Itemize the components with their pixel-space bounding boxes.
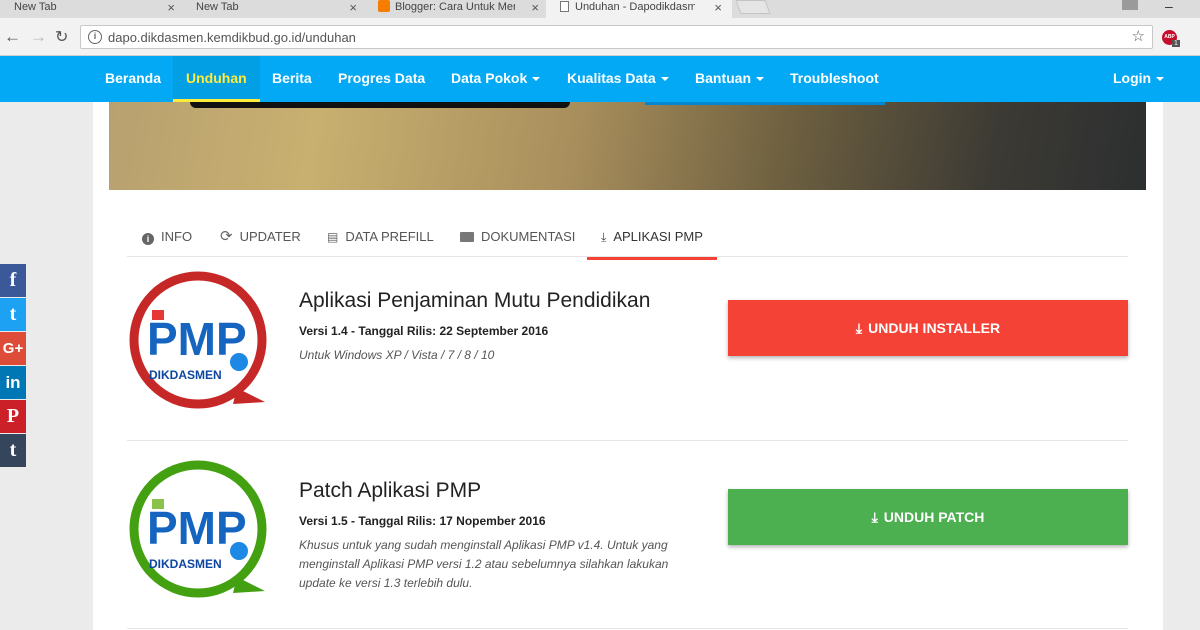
tab-title: New Tab (14, 1, 57, 13)
caret-down-icon (660, 77, 669, 82)
banner-decoration (645, 102, 885, 105)
browser-tab-strip: New Tab × New Tab × Blogger: Cara Untuk … (0, 0, 1200, 18)
back-icon[interactable]: ← (4, 27, 21, 47)
tab-updater[interactable]: ⟳ UPDATER (206, 222, 315, 260)
tab-label: UPDATER (239, 229, 301, 244)
item-description: Untuk Windows XP / Vista / 7 / 8 / 10 (299, 348, 495, 362)
url-text[interactable]: dapo.dikdasmen.kemdikbud.go.id/unduhan (108, 30, 356, 45)
banner-decoration (190, 102, 570, 108)
nav-data-pokok[interactable]: Data Pokok (451, 56, 541, 102)
download-icon: ⤓ (601, 230, 607, 244)
tab-label: APLIKASI PMP (613, 229, 703, 244)
adblock-count: 1 (1172, 40, 1180, 47)
main-navbar: Beranda Unduhan Berita Progres Data Data… (0, 56, 1200, 102)
browser-tab-blogger[interactable]: Blogger: Cara Untuk Men × (364, 0, 549, 18)
nav-beranda[interactable]: Beranda (105, 56, 161, 102)
item-version: Versi 1.4 - Tanggal Rilis: 22 September … (299, 324, 549, 338)
scrollbar[interactable] (1187, 102, 1200, 630)
tabs-divider (127, 256, 1128, 257)
linkedin-icon[interactable]: in (0, 366, 26, 399)
item-title: Aplikasi Penjaminan Mutu Pendidikan (299, 289, 651, 312)
item-divider (127, 440, 1128, 441)
twitter-icon[interactable]: t (0, 298, 26, 331)
download-icon: ⤓ (871, 509, 878, 525)
browser-toolbar: ← → ↻ i dapo.dikdasmen.kemdikbud.go.id/u… (0, 18, 1200, 56)
nav-troubleshoot[interactable]: Troubleshoot (790, 56, 879, 102)
close-icon[interactable]: × (167, 0, 175, 15)
address-bar[interactable]: i dapo.dikdasmen.kemdikbud.go.id/unduhan… (80, 25, 1153, 49)
nav-label: Berita (272, 70, 312, 86)
item-divider (127, 628, 1128, 629)
nav-kualitas-data[interactable]: Kualitas Data (567, 56, 669, 102)
item-description: Khusus untuk yang sudah menginstall Apli… (299, 538, 669, 590)
tumblr-icon[interactable]: t (0, 434, 26, 467)
forward-icon[interactable]: → (30, 27, 47, 47)
item-title: Patch Aplikasi PMP (299, 479, 482, 502)
nav-bantuan[interactable]: Bantuan (695, 56, 764, 102)
nav-label: Data Pokok (451, 70, 528, 86)
nav-login[interactable]: Login (1113, 56, 1165, 102)
item-version: Versi 1.5 - Tanggal Rilis: 17 Nopember 2… (299, 514, 546, 528)
new-tab-button[interactable] (735, 0, 771, 14)
tab-data-prefill[interactable]: ▤ DATA PREFILL (313, 222, 448, 260)
profile-icon[interactable] (1122, 0, 1138, 10)
logo-subtext: DIKDASMEN (149, 368, 222, 382)
pmp-logo-green: PMP DIKDASMEN (129, 460, 267, 598)
logo-subtext: DIKDASMEN (149, 557, 222, 571)
facebook-icon[interactable]: f (0, 264, 26, 297)
table-icon: ▤ (327, 230, 339, 244)
close-icon[interactable]: × (531, 0, 539, 15)
caret-down-icon (1156, 77, 1165, 82)
nav-label: Kualitas Data (567, 70, 656, 86)
browser-tab-new-tab-2[interactable]: New Tab × (182, 0, 367, 18)
nav-progres-data[interactable]: Progres Data (338, 56, 425, 102)
button-label: UNDUH PATCH (883, 509, 985, 525)
nav-label: Beranda (105, 70, 162, 86)
tab-dokumentasi[interactable]: DOKUMENTASI (446, 222, 589, 260)
info-icon: i (142, 233, 154, 245)
nav-label: Unduhan (186, 70, 247, 86)
folder-icon (460, 232, 474, 242)
tab-aplikasi-pmp[interactable]: ⤓ APLIKASI PMP (587, 222, 717, 260)
caret-down-icon (532, 77, 541, 82)
nav-unduhan[interactable]: Unduhan (173, 56, 260, 102)
nav-label: Bantuan (695, 70, 751, 86)
download-installer-button[interactable]: ⤓ UNDUH INSTALLER (728, 300, 1128, 356)
tab-info[interactable]: i INFO (128, 222, 206, 260)
page-icon (560, 1, 569, 12)
tab-label: INFO (161, 229, 193, 244)
download-icon: ⤓ (855, 320, 863, 336)
browser-tab-new-tab-1[interactable]: New Tab × (0, 0, 185, 18)
tab-title: Unduhan - Dapodikdasm (575, 1, 695, 13)
header-banner-image (109, 102, 1146, 190)
refresh-icon: ⟳ (220, 228, 233, 245)
nav-label: Login (1113, 70, 1152, 86)
tab-title: New Tab (196, 1, 239, 13)
pinterest-icon[interactable]: P (0, 400, 26, 433)
download-patch-button[interactable]: ⤓ UNDUH PATCH (728, 489, 1128, 545)
bookmark-star-icon[interactable]: ☆ (1132, 27, 1145, 45)
browser-tab-unduhan[interactable]: Unduhan - Dapodikdasm × (546, 0, 732, 18)
caret-down-icon (756, 77, 764, 82)
tab-title: Blogger: Cara Untuk Men (395, 1, 515, 13)
info-icon[interactable]: i (88, 30, 102, 44)
tab-label: DATA PREFILL (345, 229, 434, 244)
button-label: UNDUH INSTALLER (868, 320, 1001, 336)
tab-label: DOKUMENTASI (481, 229, 576, 244)
googleplus-icon[interactable]: G+ (0, 332, 26, 365)
close-icon[interactable]: × (349, 0, 357, 15)
nav-label: Troubleshoot (790, 70, 879, 86)
nav-berita[interactable]: Berita (272, 56, 312, 102)
pmp-logo-red: PMP DIKDASMEN (129, 271, 267, 409)
blogger-icon (378, 0, 390, 12)
nav-label: Progres Data (338, 70, 426, 86)
minimize-icon[interactable]: – (1165, 0, 1173, 14)
reload-icon[interactable]: ↻ (55, 27, 68, 47)
close-icon[interactable]: × (714, 0, 722, 15)
